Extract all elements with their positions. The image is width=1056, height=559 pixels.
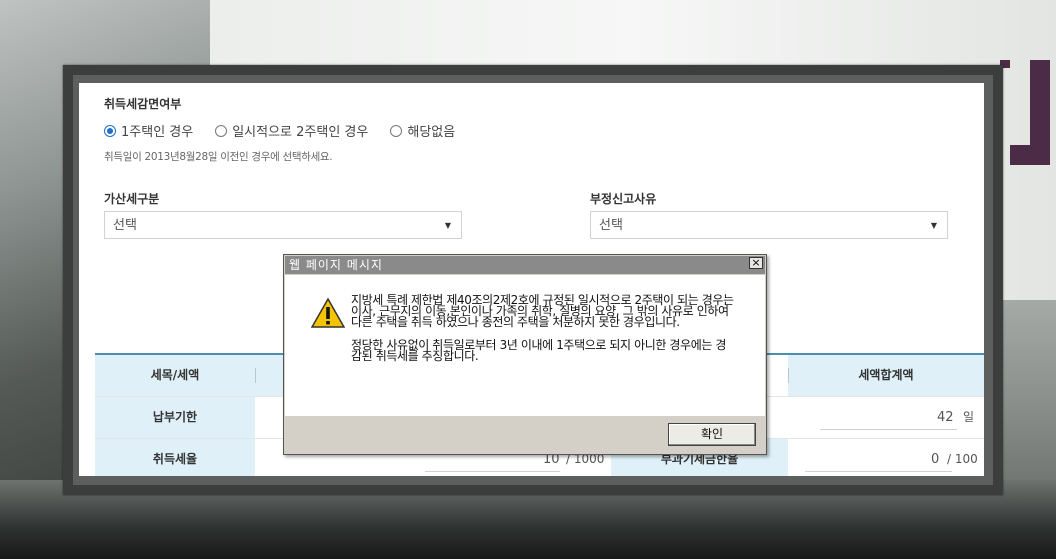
reduction-title: 취득세감면여부 (104, 97, 182, 111)
row-label-rate: 취득세율 (95, 439, 255, 476)
radio-unchecked-icon (215, 124, 228, 137)
radio-label: 일시적으로 2주택인 경우 (232, 125, 369, 140)
acquisition-hint: 취득일이 2013년8월28일 이전인 경우에 선택하세요. (104, 151, 333, 163)
row-label-due: 납부기한 (95, 397, 255, 438)
radio-label: 1주택인 경우 (121, 125, 194, 140)
radio-checked-icon (104, 124, 116, 137)
radio-unchecked-icon (390, 124, 403, 137)
dialog-message: 지방세 특례 제한법 제40조의2제2호에 규정된 일시적으로 2주택이 되는 … (351, 293, 735, 374)
webpage-message-dialog: 웹 페이지 메시지 × 지방세 특례 제한법 제40조의2제2호에 규정된 일시… (283, 254, 767, 455)
reduction-radio-group: 1주택인 경우 일시적으로 2주택인 경우 해당없음 (104, 121, 477, 140)
due-days-input[interactable]: 42 (937, 397, 954, 438)
unfair-report-select[interactable]: 선택 ▼ (590, 211, 948, 239)
mid-rate-unit: / 100 (947, 452, 978, 466)
mid-rate-input[interactable]: 0 (931, 439, 939, 476)
radio-one-house[interactable]: 1주택인 경우 (104, 121, 193, 140)
dialog-body: 지방세 특례 제한법 제40조의2제2호에 규정된 일시적으로 2주택이 되는 … (285, 275, 765, 416)
radio-label: 해당없음 (407, 125, 456, 140)
close-icon[interactable]: × (749, 257, 763, 269)
unfair-report-label: 부정신고사유 (590, 192, 657, 206)
surcharge-label: 가산세구분 (104, 192, 160, 206)
radio-not-applicable[interactable]: 해당없음 (390, 121, 455, 140)
due-days-unit: 일 (963, 410, 975, 424)
dropdown-arrow-icon: ▼ (930, 221, 937, 230)
header-tax-item: 세목/세액 (95, 355, 255, 396)
radio-temporary-two-house[interactable]: 일시적으로 2주택인 경우 (215, 121, 368, 140)
background-letter (996, 60, 1056, 180)
surcharge-select[interactable]: 선택 ▼ (104, 211, 462, 239)
dialog-title: 웹 페이지 메시지 (285, 256, 765, 274)
dialog-paragraph-2: 정당한 사유없이 취득일로부터 3년 이내에 1주택으로 되지 아니한 경우에는… (351, 338, 727, 363)
dropdown-arrow-icon: ▼ (444, 221, 451, 230)
warning-icon (311, 297, 345, 328)
dialog-paragraph-1: 지방세 특례 제한법 제40조의2제2호에 규정된 일시적으로 2주택이 되는 … (351, 293, 734, 329)
surcharge-select-value: 선택 (113, 218, 137, 233)
unfair-report-select-value: 선택 (599, 218, 623, 233)
ok-button[interactable]: 확인 (668, 423, 756, 446)
header-total: 세액합계액 (788, 355, 984, 396)
